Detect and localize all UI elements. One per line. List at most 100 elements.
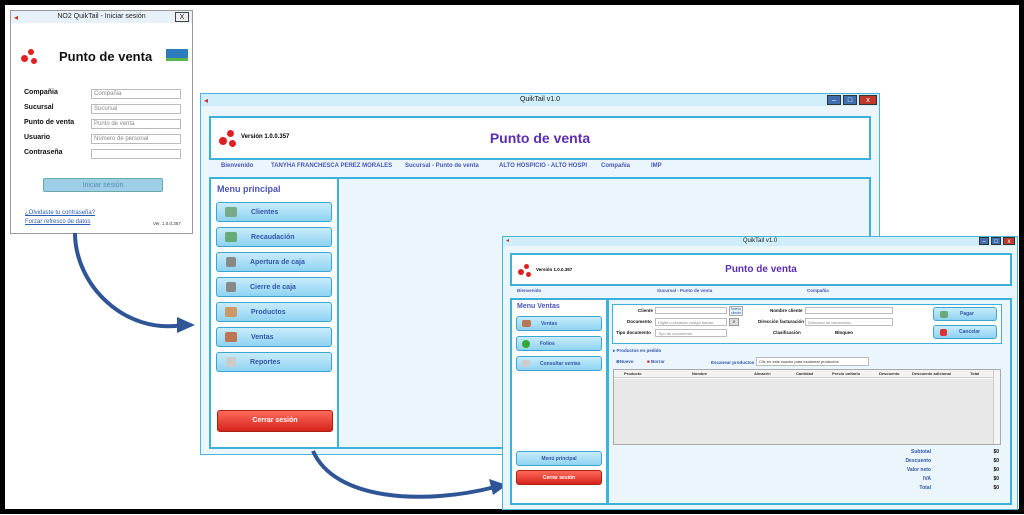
main-window-title: QuikTail v1.0 [519, 96, 561, 103]
branch-label: Sucursal - Punto de venta [657, 288, 713, 293]
client-name-label: Nombre cliente [770, 308, 803, 313]
app-title: Punto de venta [489, 130, 591, 146]
menu-productos[interactable]: Productos [216, 302, 332, 322]
client-name-field [805, 307, 893, 314]
menu-ventas[interactable]: Ventas [216, 327, 332, 347]
column-header[interactable]: Precio unitario [832, 371, 860, 376]
logout-button[interactable]: Cerrar sesión [217, 410, 333, 432]
billing-select[interactable]: Dirección de facturación [805, 318, 893, 326]
search-icon[interactable]: ⌕ [729, 318, 739, 326]
sales-window: ◂ QuikTail v1.0 – □ x Versión 1.0.0.357 Pu… [502, 236, 1018, 510]
menu-folios[interactable]: Folios [516, 336, 602, 351]
cart-icon [522, 320, 531, 327]
pos-select[interactable]: Punto de venta [91, 119, 181, 129]
document-field[interactable]: Digite o escanee código barras [655, 318, 727, 326]
billing-label: Dirección facturación [758, 319, 805, 324]
minimize-button[interactable]: – [979, 237, 989, 245]
button-label: Pagar [960, 311, 974, 317]
screenshot-frame: ◂ NO2 QuikTail - Iniciar sesión X Punto … [0, 0, 1024, 514]
products-table: Producto Nombre Almacén Cantidad Precio … [613, 369, 1001, 445]
login-window: ◂ NO2 QuikTail - Iniciar sesión X Punto … [10, 10, 193, 234]
branch-value: ALTO HOSPICIO - ALTO HOSPI [499, 163, 588, 169]
classification-label: Clasificación [773, 330, 801, 335]
app-icon: ◂ [506, 238, 510, 244]
forgot-password-link[interactable]: ¿Olvidaste tu contraseña? [25, 210, 95, 216]
maximize-button[interactable]: □ [991, 237, 1001, 245]
password-field[interactable] [91, 149, 181, 159]
menu-consultar-ventas[interactable]: Consultar ventas [516, 356, 602, 371]
scan-input[interactable]: Clic en este cuadro para escanear produc… [756, 357, 869, 366]
doctype-select[interactable]: Tipo de documento [655, 329, 727, 337]
table-scrollbar[interactable] [993, 370, 1000, 444]
flow-arrow-2 [311, 450, 507, 499]
app-icon: ◂ [204, 96, 209, 105]
cancel-button[interactable]: Cancelar [933, 325, 997, 339]
column-header[interactable]: Descuento [879, 371, 899, 376]
column-header[interactable]: Producto [624, 371, 642, 376]
menu-reportes[interactable]: Reportes [216, 352, 332, 372]
main-menu-button[interactable]: Menú principal [516, 451, 602, 466]
billing-placeholder: Dirección de facturación [808, 320, 851, 325]
close-button[interactable]: X [175, 12, 189, 22]
scan-placeholder: Clic en este cuadro para escanear produc… [759, 359, 839, 364]
register-icon [226, 257, 236, 267]
net-value-label: Valor neto [906, 467, 931, 473]
window-controls: – □ x [979, 237, 1015, 245]
discount-label: Descuento [905, 458, 931, 464]
menu-apertura-caja[interactable]: Apertura de caja [216, 252, 332, 272]
app-icon: ◂ [14, 13, 19, 22]
login-button[interactable]: Iniciar sesión [43, 178, 163, 192]
column-header[interactable]: Descuento adicional [912, 371, 951, 376]
total-value: $0 [993, 485, 999, 491]
brand-logo-icon [166, 49, 188, 61]
close-button[interactable]: x [1003, 237, 1015, 245]
sales-titlebar: ◂ QuikTail v1.0 – □ x [503, 237, 1017, 246]
new-product-button[interactable]: ⊕Nuevo [616, 359, 634, 365]
table-body [614, 379, 994, 444]
company-label: Compañia [601, 163, 631, 169]
logout-button[interactable]: Cerrar sesión [516, 470, 602, 485]
column-header[interactable]: Almacén [754, 371, 771, 376]
close-button[interactable]: x [859, 95, 877, 105]
menu-ventas[interactable]: Ventas [516, 316, 602, 331]
menu-label: Ventas [541, 320, 558, 327]
branch-select[interactable]: Sucursal [91, 104, 181, 114]
cart-icon [225, 332, 237, 342]
new-client-button[interactable]: Nuevo cliente [729, 306, 743, 316]
sales-header: Versión 1.0.0.357 Punto de venta [510, 253, 1012, 286]
login-logo-icon [21, 49, 39, 65]
company-select[interactable]: Compañia [91, 89, 181, 99]
button-label: Cancelar [959, 329, 981, 335]
menu-label: Consultar ventas [540, 360, 581, 367]
welcome-label: Bienvenido [517, 288, 542, 293]
minimize-button[interactable]: – [827, 95, 841, 105]
menu-label: Productos [251, 308, 286, 316]
scan-label: Escanear productos [711, 360, 755, 365]
client-field[interactable] [655, 307, 727, 314]
column-header[interactable]: Nombre [692, 371, 707, 376]
register-icon [226, 282, 236, 292]
column-header[interactable]: Cantidad [796, 371, 813, 376]
menu-clientes[interactable]: Clientes [216, 202, 332, 222]
green-circle-icon [522, 339, 530, 348]
menu-recaudacion[interactable]: Recaudación [216, 227, 332, 247]
user-label: Usuario [24, 134, 51, 141]
column-header[interactable]: Total [970, 371, 979, 376]
menu-cierre-caja[interactable]: Cierre de caja [216, 277, 332, 297]
user-select[interactable]: Número de personal [91, 134, 181, 144]
doctype-label: Tipo documento [616, 330, 651, 335]
menu-label: Reportes [250, 358, 281, 366]
pay-button[interactable]: Pagar [933, 307, 997, 321]
products-title: Productos en pedido [616, 348, 662, 353]
app-title: Punto de venta [725, 264, 797, 275]
company-label: Compañia [807, 288, 829, 293]
login-title: NO2 QuikTail - Iniciar sesión [57, 13, 146, 20]
maximize-button[interactable]: □ [843, 95, 857, 105]
delete-label: Borrar [650, 359, 665, 364]
branch-label: Sucursal - Punto de venta [405, 163, 479, 169]
products-section-title: ▸ Productos en pedido [613, 348, 662, 353]
iva-label: IVA [923, 476, 931, 482]
delete-product-button[interactable]: ■ Borrar [647, 359, 665, 364]
clients-icon [225, 207, 237, 217]
blocked-label: Bloqueo [835, 330, 853, 335]
